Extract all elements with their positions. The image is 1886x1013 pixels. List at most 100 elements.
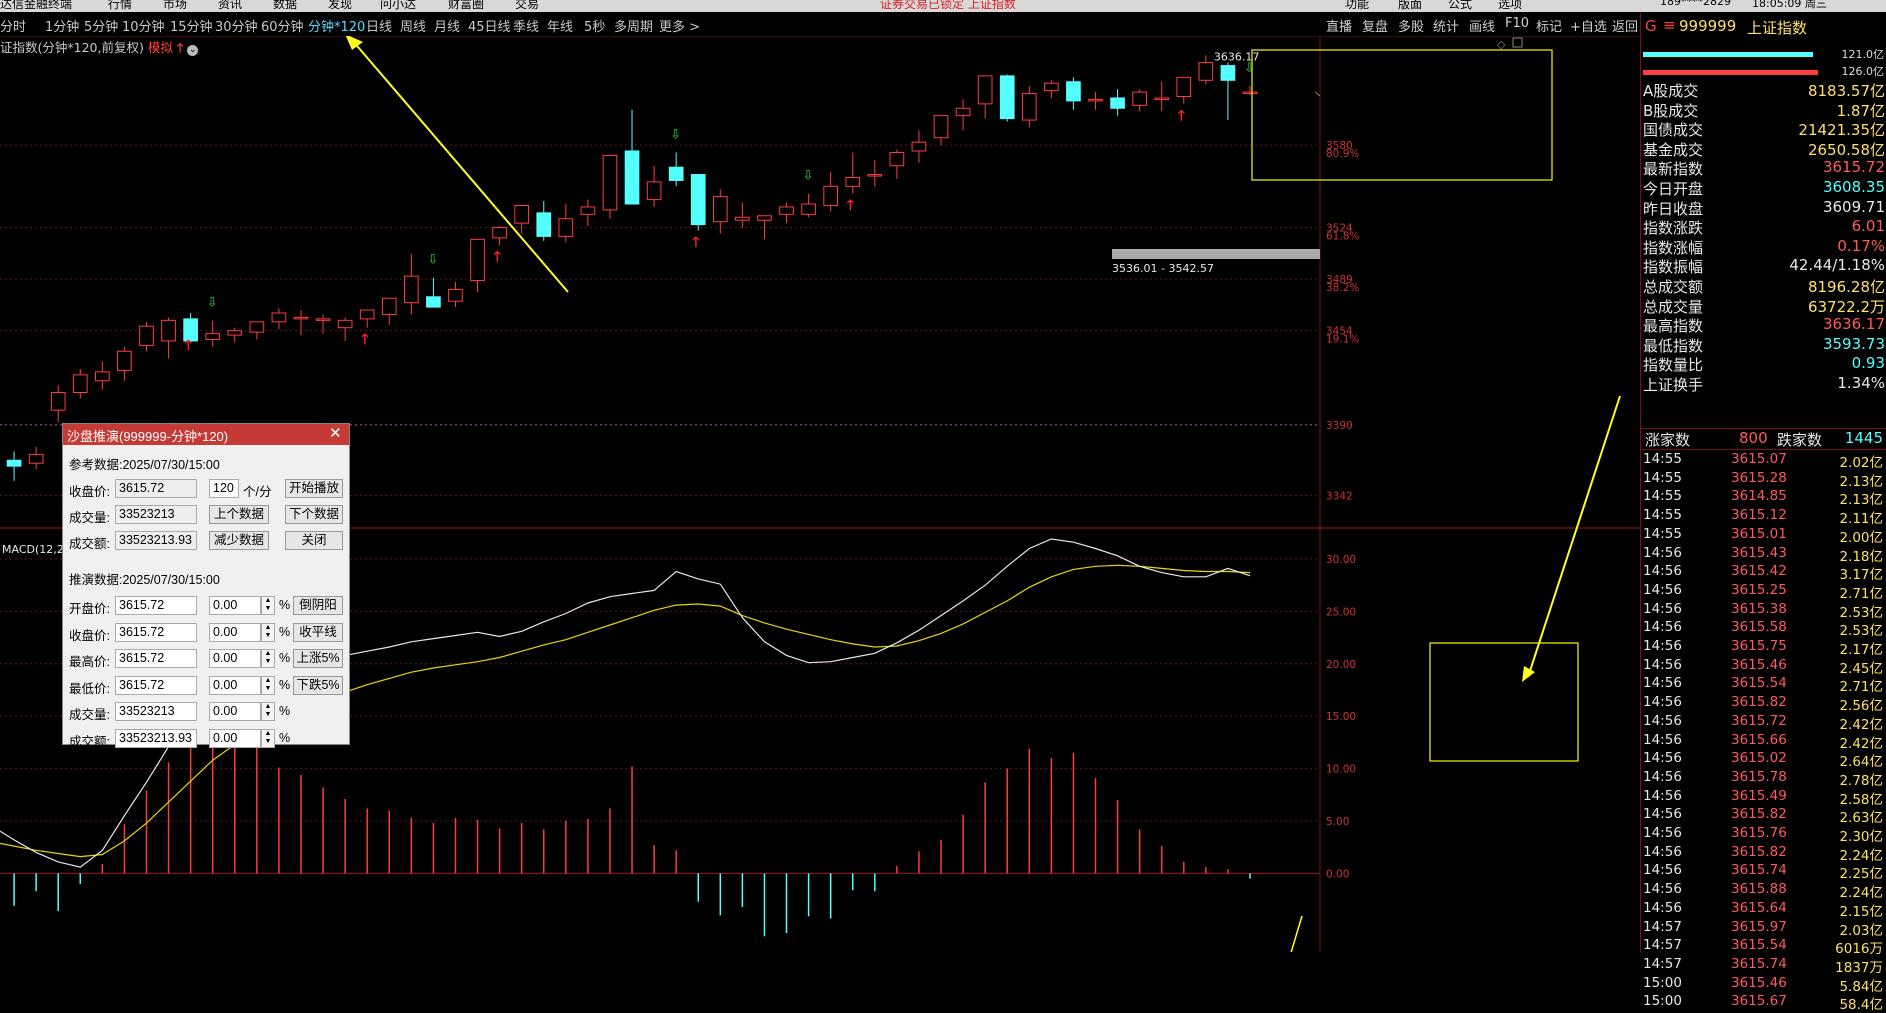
period-tab[interactable]: 60分钟 bbox=[261, 16, 304, 35]
tool-f10[interactable]: F10 bbox=[1505, 16, 1529, 31]
spinner-icon[interactable]: ▲ ▼ bbox=[261, 702, 275, 721]
menu-app-name[interactable]: 达信金融终端 bbox=[0, 0, 72, 12]
candle-body bbox=[293, 316, 309, 320]
tool-replay[interactable]: 复盘 bbox=[1362, 16, 1388, 35]
tool-stats[interactable]: 统计 bbox=[1433, 16, 1459, 35]
field-action-button[interactable]: 下跌5% bbox=[293, 675, 343, 695]
period-tab[interactable]: 15分钟 bbox=[170, 16, 213, 35]
field-pct-input[interactable]: 0.00 bbox=[209, 649, 261, 668]
period-tab[interactable]: 周线 bbox=[400, 16, 426, 35]
tick-vol: 6016万 bbox=[1835, 941, 1883, 958]
field-value-input[interactable]: 33523213 bbox=[115, 702, 197, 721]
period-tab[interactable]: 分时 bbox=[0, 16, 26, 35]
menu-ask[interactable]: 问小达 bbox=[380, 0, 416, 12]
candle-body bbox=[999, 75, 1015, 120]
down-signal-icon: ⇩ bbox=[427, 253, 438, 268]
spinner-icon[interactable]: ▲ ▼ bbox=[261, 728, 275, 748]
period-tab[interactable]: 日线 bbox=[366, 16, 392, 35]
period-tab[interactable]: 5分钟 bbox=[84, 16, 118, 35]
sim-data-label: 推演数据:2025/07/30/15:00 bbox=[69, 573, 220, 587]
tool-draw[interactable]: 画线 bbox=[1469, 16, 1495, 35]
field-value-input[interactable]: 3615.72 bbox=[115, 675, 197, 695]
menu-layout[interactable]: 版面 bbox=[1398, 0, 1422, 12]
reduce-data-button[interactable]: 减少数据 bbox=[209, 531, 269, 550]
candle bbox=[580, 199, 596, 227]
candle-body bbox=[757, 215, 772, 221]
field-pct-input[interactable]: 0.00 bbox=[209, 702, 261, 721]
spinner-icon[interactable]: ▲ ▼ bbox=[261, 622, 275, 642]
stat-row: 昨日收盘 3609.71 bbox=[1643, 198, 1885, 218]
candle-body bbox=[514, 204, 530, 224]
period-tab[interactable]: 1分钟 bbox=[45, 16, 79, 35]
candle bbox=[757, 215, 772, 240]
highlight-box bbox=[1251, 49, 1553, 181]
candle bbox=[1154, 81, 1170, 112]
period-tab[interactable]: 多周期 bbox=[614, 16, 653, 35]
tool-live[interactable]: 直播 bbox=[1326, 16, 1352, 35]
field-value-input[interactable]: 3615.72 bbox=[115, 649, 197, 668]
field-value-input[interactable]: 33523213.93 bbox=[115, 728, 197, 748]
highlight-box bbox=[1429, 642, 1579, 762]
menu-trade[interactable]: 交易 bbox=[515, 0, 539, 12]
stat-value: 8196.28亿 bbox=[1807, 278, 1885, 296]
close-button[interactable]: 关闭 bbox=[285, 531, 343, 550]
tick-vol: 2.03亿 bbox=[1839, 922, 1883, 939]
menu-wealth[interactable]: 财富圈 bbox=[448, 0, 484, 12]
menu-icon[interactable]: ≡ bbox=[1663, 16, 1676, 34]
menu-formula[interactable]: 公式 bbox=[1448, 0, 1472, 12]
period-tab[interactable]: 30分钟 bbox=[215, 16, 258, 35]
tick-vol: 5.84亿 bbox=[1839, 978, 1883, 995]
period-tab[interactable]: 年线 bbox=[547, 16, 573, 35]
field-action-button[interactable]: 上涨5% bbox=[293, 649, 343, 668]
menu-quotes[interactable]: 行情 bbox=[108, 0, 132, 12]
spinner-icon[interactable]: ▲ ▼ bbox=[261, 596, 275, 615]
tool-back[interactable]: 返回 bbox=[1612, 16, 1638, 35]
menu-options[interactable]: 选项 bbox=[1498, 0, 1522, 12]
field-action-button[interactable]: 倒阴阳 bbox=[293, 596, 343, 615]
prev-data-button[interactable]: 上个数据 bbox=[209, 505, 269, 524]
speed-field[interactable]: 120 bbox=[209, 479, 239, 498]
spinner-icon[interactable]: ▲ ▼ bbox=[261, 675, 275, 695]
next-data-button[interactable]: 下个数据 bbox=[285, 505, 343, 524]
period-tab[interactable]: 月线 bbox=[434, 16, 460, 35]
tick-row: 14:55 3615.12 2.11亿 bbox=[1643, 507, 1885, 527]
spinner-icon[interactable]: ▲ ▼ bbox=[261, 649, 275, 668]
menu-news[interactable]: 资讯 bbox=[218, 0, 242, 12]
tool-add-favorite[interactable]: +自选 bbox=[1570, 16, 1607, 35]
field-value-input[interactable]: 3615.72 bbox=[115, 622, 197, 642]
tick-price: 3615.43 bbox=[1731, 544, 1787, 561]
tick-price: 3615.49 bbox=[1731, 787, 1787, 804]
field-pct-input[interactable]: 0.00 bbox=[209, 622, 261, 642]
period-more[interactable]: 更多 > bbox=[659, 16, 700, 35]
tool-multi[interactable]: 多股 bbox=[1398, 16, 1424, 35]
menu-market[interactable]: 市场 bbox=[163, 0, 187, 12]
tick-time: 14:56 bbox=[1643, 768, 1682, 785]
tick-row: 14:56 3615.82 2.24亿 bbox=[1643, 844, 1885, 864]
period-tab[interactable]: 45日线 bbox=[468, 16, 511, 35]
menu-function[interactable]: 功能 bbox=[1345, 0, 1369, 12]
macd-tick-label: 20.00 bbox=[1326, 659, 1356, 671]
period-tab[interactable]: 5秒 bbox=[584, 16, 605, 35]
field-value-input[interactable]: 3615.72 bbox=[115, 596, 197, 615]
period-tab[interactable]: 季线 bbox=[513, 16, 539, 35]
dialog-titlebar[interactable]: 沙盘推演(999999-分钟*120) ✕ bbox=[63, 424, 349, 445]
play-button[interactable]: 开始播放 bbox=[285, 479, 343, 498]
period-tab[interactable]: 10分钟 bbox=[122, 16, 165, 35]
candle bbox=[117, 346, 132, 381]
stat-value: 0.93 bbox=[1851, 354, 1885, 373]
field-label: 收盘价: bbox=[69, 628, 110, 643]
tool-mark[interactable]: 标记 bbox=[1536, 16, 1562, 35]
field-pct-input[interactable]: 0.00 bbox=[209, 675, 261, 695]
sell-bar bbox=[1643, 70, 1818, 75]
field-pct-input[interactable]: 0.00 bbox=[209, 596, 261, 615]
field-action-button[interactable]: 收平线 bbox=[293, 622, 343, 642]
quote-panel: G ≡ 999999 上证指数 121.0亿 126.0亿 A股成交 8183.5… bbox=[1640, 13, 1886, 1013]
close-icon[interactable]: ✕ bbox=[329, 424, 342, 442]
menu-data[interactable]: 数据 bbox=[273, 0, 297, 12]
period-tab-active[interactable]: 分钟*120 bbox=[308, 16, 365, 35]
field-pct-input[interactable]: 0.00 bbox=[209, 728, 261, 748]
candle bbox=[624, 109, 640, 205]
menu-discover[interactable]: 发现 bbox=[328, 0, 352, 12]
tick-vol: 2.71亿 bbox=[1839, 679, 1883, 696]
tick-time: 14:56 bbox=[1643, 581, 1682, 598]
